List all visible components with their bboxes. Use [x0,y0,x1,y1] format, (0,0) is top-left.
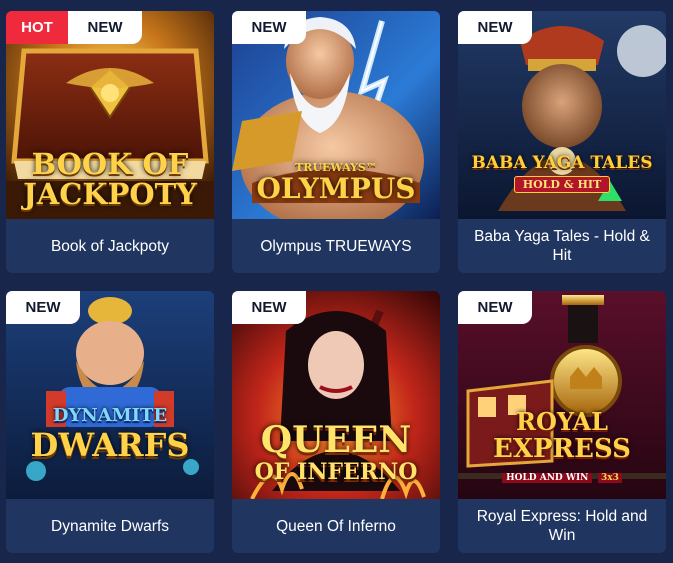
badge-group: NEW [458,291,532,324]
art-logo-text: BABA YAGA TALES HOLD & HIT [458,153,666,193]
game-title[interactable]: Olympus TRUEWAYS [232,219,440,273]
art-text-line: ROYAL [516,407,608,436]
new-badge: NEW [6,291,80,324]
game-grid: BOOK OF JACKPOTY HOT NEW Book of Jackpot… [0,0,673,563]
new-badge: NEW [68,11,142,44]
new-badge: NEW [458,291,532,324]
badge-group: NEW [458,11,532,44]
game-card-olympus-trueways[interactable]: TRUEWAYS™ OLYMPUS NEW Olympus TRUEWAYS [232,11,440,273]
art-text-line: QUEEN [260,419,412,461]
art-logo-text: TRUEWAYS™ OLYMPUS [232,161,440,204]
new-badge: NEW [232,11,306,44]
art-text-line: BOOK OF [31,147,189,181]
art-logo-text: BOOK OF JACKPOTY [6,149,214,209]
art-subline: HOLD AND WIN 3x3 [458,465,666,484]
art-text-line: DWARFS [30,426,190,464]
new-badge: NEW [458,11,532,44]
badge-group: NEW [232,291,306,324]
badge-group: NEW [232,11,306,44]
art-text-line: EXPRESS [493,434,631,464]
badge-group: NEW [6,291,80,324]
art-logo-text: ROYAL EXPRESS HOLD AND WIN 3x3 [458,409,666,484]
game-card-royal-express[interactable]: ROYAL EXPRESS HOLD AND WIN 3x3 NEW Royal… [458,291,666,553]
art-text-line: HOLD & HIT [513,176,611,193]
game-card-queen-of-inferno[interactable]: QUEEN OF INFERNO NEW Queen Of Inferno [232,291,440,553]
game-title[interactable]: Baba Yaga Tales - Hold & Hit [458,219,666,273]
art-logo-text: QUEEN OF INFERNO [232,421,440,485]
game-title[interactable]: Dynamite Dwarfs [6,499,214,553]
game-title[interactable]: Book of Jackpoty [6,219,214,273]
art-text-line: OF INFERNO [254,459,418,485]
art-text-line: JACKPOTY [23,177,197,211]
game-title[interactable]: Royal Express: Hold and Win [458,499,666,553]
art-text-line: DYNAMITE [52,405,168,426]
game-card-book-of-jackpoty[interactable]: BOOK OF JACKPOTY HOT NEW Book of Jackpot… [6,11,214,273]
new-badge: NEW [232,291,306,324]
game-title[interactable]: Queen Of Inferno [232,499,440,553]
art-text-line: HOLD AND WIN [502,473,593,483]
art-text-line: OLYMPUS [256,172,416,205]
art-text-line: BABA YAGA TALES [471,153,653,173]
game-card-baba-yaga-tales[interactable]: BABA YAGA TALES HOLD & HIT NEW Baba Yaga… [458,11,666,273]
badge-group: HOT NEW [6,11,142,44]
game-card-dynamite-dwarfs[interactable]: DYNAMITE DWARFS NEW Dynamite Dwarfs [6,291,214,553]
art-logo-text: DYNAMITE DWARFS [6,405,214,463]
art-text-line: 3x3 [598,473,622,483]
hot-badge: HOT [6,11,68,44]
